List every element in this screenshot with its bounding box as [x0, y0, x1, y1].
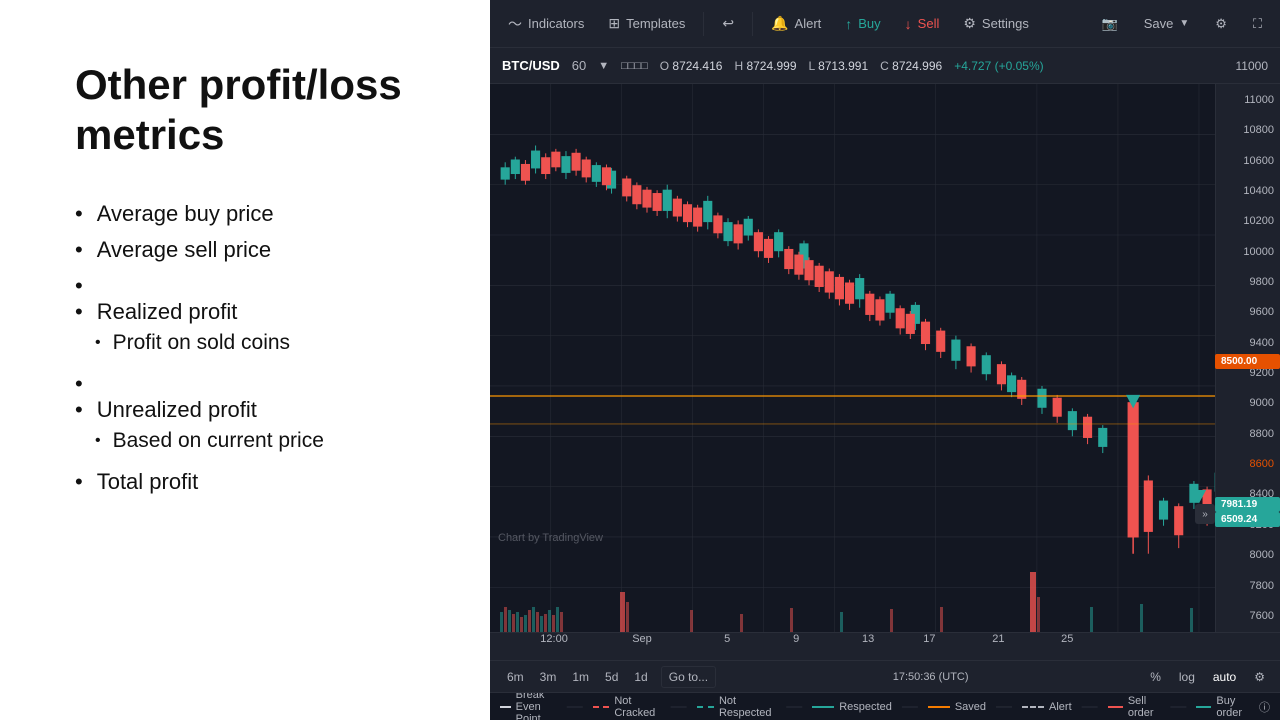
legend-alert: Alert	[1022, 701, 1072, 713]
settings-button[interactable]: ⚙ Settings	[953, 9, 1039, 38]
undo-icon: ↩	[722, 15, 734, 32]
price-badge-7981: 7981.19	[1215, 497, 1280, 512]
ohlc-high: H 8724.999	[734, 59, 796, 73]
indicators-button[interactable]: 〜 Indicators	[498, 8, 594, 40]
dropdown-icon: ▼	[1179, 18, 1189, 29]
time-labels: 12:00 Sep 5 9 13 17 21 25	[502, 633, 1268, 661]
list-item: Average buy price	[75, 201, 440, 227]
watermark: Chart by TradingView	[498, 532, 603, 544]
main-title: Other profit/lossmetrics	[75, 60, 440, 161]
time-label-17: 17	[923, 633, 935, 645]
sub-list-item: Profit on sold coins	[95, 331, 290, 355]
timestamp: 17:50:36 (UTC)	[893, 671, 969, 683]
buy-icon: ↑	[845, 16, 852, 32]
candlestick-chart	[490, 84, 1280, 632]
time-label-1200: 12:00	[540, 633, 568, 645]
templates-button[interactable]: ⊞ Templates	[598, 9, 695, 38]
content-area: Other profit/lossmetrics Average buy pri…	[75, 60, 440, 505]
legend-buy-order: Buy order	[1196, 695, 1249, 719]
symbol-bar: BTC/USD 60 ▼ □□□□ O 8724.416 H 8724.999 …	[490, 48, 1280, 84]
sub-list-item: Based on current price	[95, 429, 324, 453]
symbol-pair[interactable]: BTC/USD	[502, 58, 560, 73]
volume-chart	[490, 552, 1215, 632]
ohlc-low: L 8713.991	[809, 59, 869, 73]
tf-1d[interactable]: 1d	[627, 667, 654, 687]
gear-icon: ⚙	[963, 15, 976, 32]
fullscreen-button[interactable]: ⛶	[1243, 10, 1272, 38]
sub-list: Based on current price	[75, 429, 324, 459]
legend-bar: Break Even Point — Not Cracked — Not Res…	[490, 692, 1280, 720]
save-button[interactable]: Save ▼	[1134, 10, 1200, 37]
timeframe-label[interactable]: 60	[572, 58, 586, 73]
time-label-sep: Sep	[632, 633, 652, 645]
divider	[752, 12, 753, 36]
alert-button[interactable]: 🔔 Alert	[761, 9, 831, 38]
left-panel: Other profit/lossmetrics Average buy pri…	[0, 0, 490, 720]
ohlc-close: C 8724.996	[880, 59, 942, 73]
toolbar: 〜 Indicators ⊞ Templates ↩ 🔔 Alert ↑ Buy…	[490, 0, 1280, 48]
legend-saved: Saved	[928, 701, 986, 713]
templates-icon: ⊞	[608, 15, 620, 32]
sell-button[interactable]: ↓ Sell	[895, 10, 950, 38]
right-panel: 〜 Indicators ⊞ Templates ↩ 🔔 Alert ↑ Buy…	[490, 0, 1280, 720]
tf-3m[interactable]: 3m	[533, 667, 564, 687]
tf-6m[interactable]: 6m	[500, 667, 531, 687]
time-label-5: 5	[724, 633, 730, 645]
price-right: 11000	[1236, 59, 1268, 73]
indicators-icon: 〜	[508, 14, 522, 34]
sell-icon: ↓	[905, 16, 912, 32]
bullet-list: Average buy price Average sell price • R…	[75, 201, 440, 495]
alert-icon: 🔔	[771, 15, 788, 32]
legend-not-respected: Not Respected	[697, 695, 777, 719]
time-axis: 12:00 Sep 5 9 13 17 21 25	[490, 632, 1280, 660]
legend-breakeven: Break Even Point	[500, 692, 557, 720]
legend-not-cracked: Not Cracked	[593, 695, 661, 719]
chart-area[interactable]: 11000 10800 10600 10400 10200 10000 9800…	[490, 84, 1280, 632]
undo-button[interactable]: ↩	[712, 9, 744, 38]
legend-sell-order: Sell order	[1108, 695, 1161, 719]
sub-list: Profit on sold coins	[75, 331, 290, 361]
fullscreen-icon: ⛶	[1253, 16, 1262, 32]
settings-icon-btn[interactable]: ⚙	[1249, 668, 1270, 686]
price-change: +4.727 (+0.05%)	[954, 59, 1043, 73]
price-badge-6509: 6509.24	[1215, 512, 1280, 527]
time-label-25: 25	[1061, 633, 1073, 645]
collapse-button[interactable]: »	[1195, 504, 1215, 524]
camera-button[interactable]: 📷	[1092, 10, 1128, 38]
price-badge-8500: 8500.00	[1215, 354, 1280, 369]
list-item-realized: • Realized profit Profit on sold coins	[75, 273, 440, 361]
bottom-right-controls: % log auto ⚙	[1145, 668, 1270, 686]
goto-button[interactable]: Go to...	[661, 666, 716, 688]
list-item: Total profit	[75, 469, 440, 495]
auto-btn[interactable]: auto	[1208, 668, 1241, 686]
tf-5d[interactable]: 5d	[598, 667, 625, 687]
bottom-toolbar: 6m 3m 1m 5d 1d Go to... 17:50:36 (UTC) %…	[490, 660, 1280, 692]
divider	[703, 12, 704, 36]
publish-icon: ⚙	[1215, 16, 1227, 32]
list-item: Average sell price	[75, 237, 440, 263]
buy-button[interactable]: ↑ Buy	[835, 10, 890, 38]
publish-button[interactable]: ⚙	[1205, 10, 1237, 38]
log-btn[interactable]: log	[1174, 668, 1200, 686]
price-8500: 8600	[1216, 458, 1280, 470]
tf-1m[interactable]: 1m	[565, 667, 596, 687]
legend-respected: Respected	[812, 701, 892, 713]
ohlc-open: O 8724.416	[660, 59, 723, 73]
ohlc-controls: ▼	[598, 60, 609, 72]
time-label-21: 21	[992, 633, 1004, 645]
camera-icon: 📷	[1102, 16, 1118, 32]
bar-style[interactable]: □□□□	[621, 60, 648, 72]
list-item-unrealized: • Unrealized profit Based on current pri…	[75, 371, 440, 459]
time-label-13: 13	[862, 633, 874, 645]
data-attribution: ⓘ	[1259, 699, 1270, 715]
percent-btn[interactable]: %	[1145, 668, 1166, 686]
time-label-9: 9	[793, 633, 799, 645]
